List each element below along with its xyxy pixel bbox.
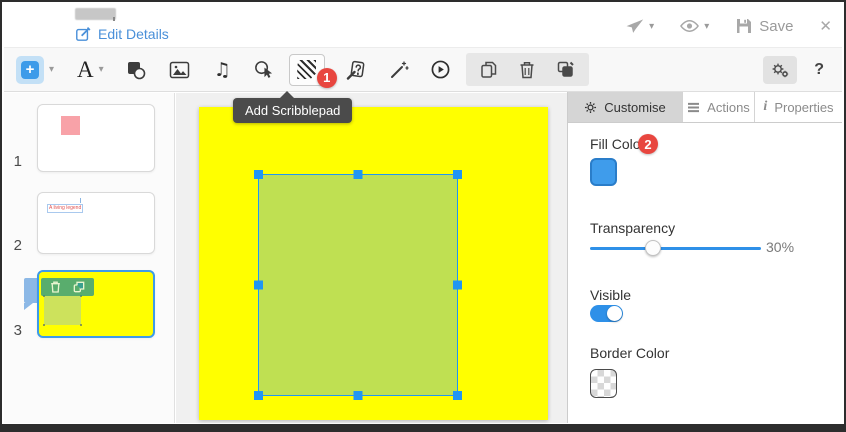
border-color-swatch[interactable] bbox=[590, 369, 617, 398]
transparency-value: 30% bbox=[766, 239, 794, 255]
slide-thumbnail-1[interactable] bbox=[37, 104, 155, 172]
resize-handle-sw[interactable] bbox=[254, 391, 263, 400]
header-actions: ▾ ▾ Save bbox=[625, 4, 832, 48]
interaction-icon[interactable] bbox=[253, 59, 274, 80]
slide-canvas[interactable] bbox=[199, 107, 548, 420]
add-caret-icon[interactable]: ▾ bbox=[49, 64, 54, 75]
thumb-delete-icon[interactable] bbox=[50, 281, 61, 293]
scribblepad-button[interactable]: 1 bbox=[289, 54, 325, 86]
edit-pencil-icon bbox=[75, 26, 91, 42]
object-actions-group bbox=[466, 53, 589, 86]
toolbar: + ▾ A ▾ ♫ 1 bbox=[4, 48, 842, 92]
resize-handle-n[interactable] bbox=[354, 170, 363, 179]
scribblepad-tooltip: Add Scribblepad bbox=[233, 98, 352, 123]
resize-handle-e[interactable] bbox=[453, 281, 462, 290]
tab-actions-label: Actions bbox=[707, 100, 750, 115]
slide-thumbnail-3-selected[interactable] bbox=[37, 270, 155, 338]
close-icon[interactable]: ✕ bbox=[819, 17, 832, 35]
play-icon[interactable] bbox=[431, 60, 450, 79]
delete-icon[interactable] bbox=[519, 61, 535, 79]
preview-caret-icon[interactable]: ▾ bbox=[704, 21, 709, 32]
shapes-icon[interactable] bbox=[126, 60, 146, 80]
tab-properties[interactable]: i Properties bbox=[755, 92, 842, 122]
tab-customise[interactable]: Customise bbox=[568, 92, 683, 122]
tooltip-text: Add Scribblepad bbox=[245, 103, 340, 118]
resize-handle-w[interactable] bbox=[254, 281, 263, 290]
slide-thumbnail-2[interactable]: A living legend bbox=[37, 192, 155, 254]
resize-handle-ne[interactable] bbox=[453, 170, 462, 179]
settings-gears-button[interactable] bbox=[763, 56, 797, 84]
scribblepad-icon bbox=[297, 60, 316, 79]
save-floppy-icon bbox=[735, 17, 753, 35]
publish-icon[interactable] bbox=[625, 17, 644, 36]
text-tool-button[interactable]: A bbox=[77, 58, 94, 81]
resize-handle-nw[interactable] bbox=[254, 170, 263, 179]
magic-wand-icon[interactable] bbox=[389, 60, 409, 80]
canvas-area bbox=[176, 93, 567, 423]
fill-color-label: Fill Color bbox=[590, 136, 645, 152]
app-window: Edit Details ▾ ▾ bbox=[0, 0, 846, 432]
visible-toggle-knob bbox=[607, 306, 622, 321]
thumb-handle-dot bbox=[80, 324, 82, 326]
edit-details-label: Edit Details bbox=[98, 26, 169, 42]
slide-number-1: 1 bbox=[8, 153, 22, 170]
slide-number-2: 2 bbox=[8, 237, 22, 254]
question-card-icon[interactable] bbox=[346, 59, 366, 80]
slide-number-3: 3 bbox=[8, 322, 22, 339]
header-bar: Edit Details ▾ ▾ bbox=[4, 4, 842, 48]
resize-handle-se[interactable] bbox=[453, 391, 462, 400]
panel-tabs: Customise Actions i Properties bbox=[568, 92, 842, 123]
duplicate-icon[interactable] bbox=[480, 60, 498, 79]
step-badge-1: 1 bbox=[317, 68, 337, 88]
edit-details-link[interactable]: Edit Details bbox=[75, 26, 169, 42]
thumb3-green-square bbox=[44, 296, 81, 325]
step-badge-2: 2 bbox=[638, 134, 658, 154]
project-title-redacted bbox=[75, 8, 116, 20]
actions-list-icon bbox=[687, 102, 700, 113]
add-icon: + bbox=[21, 61, 39, 79]
title-mark bbox=[113, 17, 115, 21]
thumb-duplicate-icon[interactable] bbox=[73, 281, 85, 293]
customise-gear-icon bbox=[584, 101, 597, 114]
visible-toggle[interactable] bbox=[590, 305, 623, 322]
text-caret-icon[interactable]: ▾ bbox=[99, 64, 104, 75]
transparency-label: Transparency bbox=[590, 220, 675, 236]
thumb2-text: A living legend bbox=[47, 204, 83, 213]
tab-actions[interactable]: Actions bbox=[683, 92, 755, 122]
tab-properties-label: Properties bbox=[774, 100, 833, 115]
selected-scribblepad-shape[interactable] bbox=[258, 174, 458, 396]
thumb-handle-dot bbox=[43, 324, 45, 326]
add-item-button[interactable]: + bbox=[16, 56, 44, 84]
save-button[interactable]: Save bbox=[735, 17, 793, 35]
properties-panel: Customise Actions i Properties Fill Colo… bbox=[567, 92, 842, 423]
image-icon[interactable] bbox=[169, 61, 190, 79]
visible-label: Visible bbox=[590, 287, 631, 303]
info-icon: i bbox=[763, 99, 767, 115]
border-color-label: Border Color bbox=[590, 345, 669, 361]
thumb3-hover-toolbar bbox=[41, 278, 94, 296]
transparency-slider-track[interactable] bbox=[590, 247, 761, 250]
save-label: Save bbox=[759, 18, 793, 35]
preview-eye-icon[interactable] bbox=[680, 19, 699, 33]
thumb2-text-caret bbox=[80, 198, 81, 203]
publish-caret-icon[interactable]: ▾ bbox=[649, 21, 654, 32]
resize-handle-s[interactable] bbox=[354, 391, 363, 400]
thumb1-pink-square bbox=[61, 116, 80, 135]
help-button[interactable]: ? bbox=[814, 61, 824, 79]
audio-icon[interactable]: ♫ bbox=[214, 59, 231, 81]
fill-color-swatch[interactable] bbox=[590, 158, 617, 186]
tab-customise-label: Customise bbox=[604, 100, 665, 115]
window-bottom-edge bbox=[2, 424, 844, 430]
arrange-layers-icon[interactable] bbox=[556, 60, 575, 79]
transparency-slider-handle[interactable] bbox=[645, 240, 661, 256]
